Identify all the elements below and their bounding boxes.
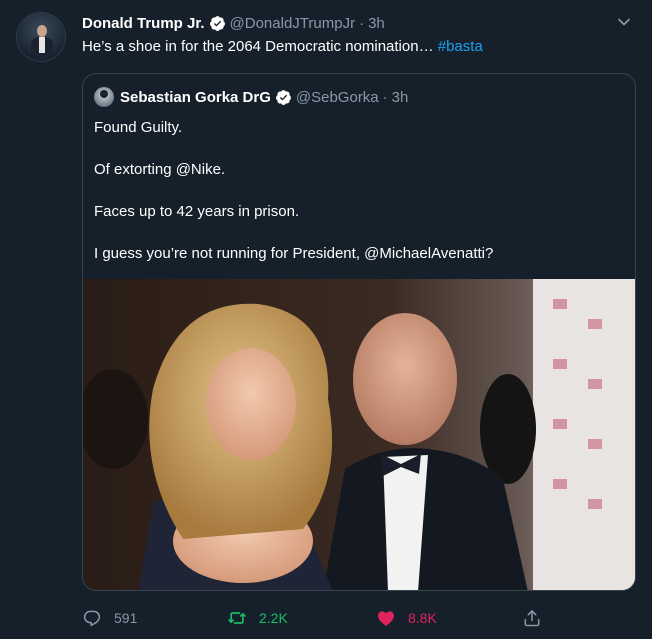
like-button[interactable]: 8.8K <box>376 603 437 633</box>
tweet-body-text: He’s a shoe in for the 2064 Democratic n… <box>82 38 438 55</box>
quoted-tweet-photo[interactable] <box>83 279 636 591</box>
heart-icon <box>378 611 394 626</box>
reply-button[interactable]: 591 <box>82 603 137 633</box>
share-icon <box>524 610 540 627</box>
author-name[interactable]: Donald Trump Jr. <box>82 15 205 32</box>
tweet-text: He’s a shoe in for the 2064 Democratic n… <box>82 38 483 55</box>
tweet-header: Donald Trump Jr. @DonaldJTrumpJr · 3h <box>82 13 385 33</box>
quoted-tweet-header: Sebastian Gorka DrG @SebGorka · 3h <box>94 87 408 107</box>
avatar-figure-shirt <box>39 37 45 53</box>
photo-man-head <box>353 313 457 445</box>
quoted-tweet-time: 3h <box>391 88 409 106</box>
header-separator: · <box>359 14 365 32</box>
like-count: 8.8K <box>408 610 437 626</box>
quoted-author-handle: @SebGorka <box>295 88 379 106</box>
hashtag-link[interactable]: #basta <box>438 38 483 55</box>
quoted-line-2: Of extorting @Nike. <box>94 161 226 178</box>
verified-badge-icon <box>275 89 291 105</box>
tweet-card[interactable]: Donald Trump Jr. @DonaldJTrumpJr · 3h He… <box>0 0 652 639</box>
tweet-actions: 591 2.2K 8.8K <box>82 603 622 633</box>
quoted-author-name: Sebastian Gorka DrG <box>120 88 271 106</box>
retweet-button[interactable]: 2.2K <box>227 603 288 633</box>
avatar-figure-head <box>37 25 47 37</box>
author-handle[interactable]: @DonaldJTrumpJr <box>230 15 356 32</box>
chevron-down-icon[interactable] <box>614 12 634 32</box>
retweet-icon <box>228 612 246 624</box>
photo-bg-crowd <box>480 374 536 484</box>
quoted-line-3: Faces up to 42 years in prison. <box>94 203 300 220</box>
reply-count: 591 <box>114 610 138 626</box>
author-avatar[interactable] <box>16 12 66 62</box>
quoted-tweet[interactable]: Sebastian Gorka DrG @SebGorka · 3h Found… <box>82 73 636 591</box>
quoted-author-avatar <box>94 87 114 107</box>
photo-woman-face <box>206 348 296 460</box>
quoted-line-1: Found Guilty. <box>94 119 183 136</box>
quoted-header-separator: · <box>382 88 388 106</box>
quoted-tweet-text: Found Guilty. Of extorting @Nike. Faces … <box>94 118 624 286</box>
reply-icon <box>83 610 101 627</box>
quoted-line-4: I guess you’re not running for President… <box>94 245 494 262</box>
photo-wall-panel <box>533 279 635 590</box>
verified-badge-icon <box>209 15 225 31</box>
tweet-time[interactable]: 3h <box>368 15 385 32</box>
share-button[interactable] <box>522 603 542 633</box>
retweet-count: 2.2K <box>259 610 288 626</box>
